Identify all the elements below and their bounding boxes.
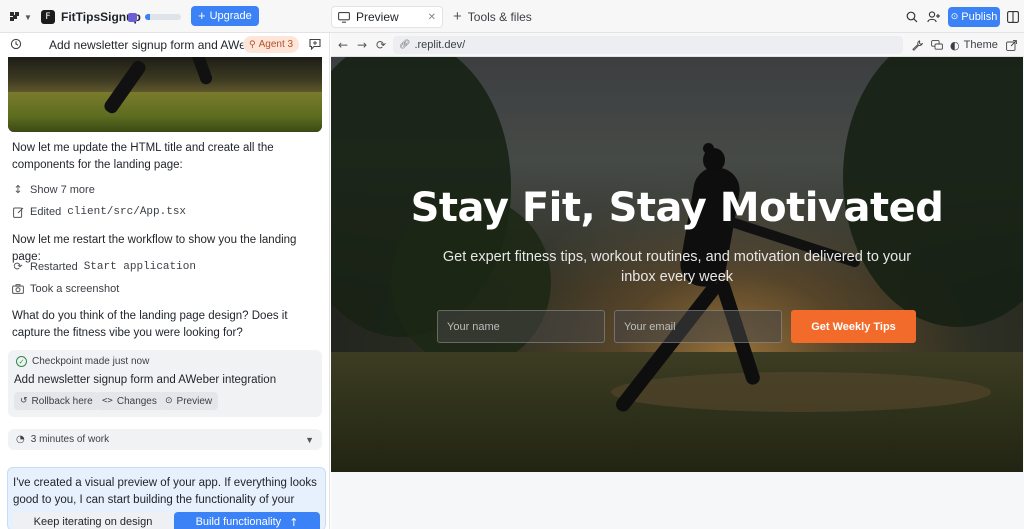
show-more-button[interactable]: ↕ Show 7 more [12, 183, 95, 196]
chevron-down-icon: ▼ [305, 434, 314, 445]
check-circle-icon: ✓ [16, 356, 27, 367]
tab-preview[interactable]: Preview ✕ [331, 6, 443, 28]
camera-icon [12, 284, 24, 294]
theme-button[interactable]: ◐ Theme [950, 37, 998, 53]
show-more-label: Show 7 more [30, 183, 95, 196]
replit-logo-icon [10, 12, 20, 22]
get-weekly-tips-button[interactable]: Get Weekly Tips [791, 310, 916, 343]
rollback-icon: ↺ [20, 396, 28, 406]
chat-header: Add newsletter signup form and AWeber ..… [0, 33, 329, 57]
hero-section: Stay Fit, Stay Motivated Get expert fitn… [331, 57, 1023, 472]
split-panel-icon [1007, 11, 1019, 23]
open-new-tab-button[interactable] [1006, 37, 1017, 53]
project-icon: F [41, 10, 55, 24]
restarted-prefix: Restarted [30, 260, 78, 273]
agent-version-badge[interactable]: ⚲ Agent 3 [243, 36, 300, 53]
url-text: .replit.dev/ [414, 39, 466, 51]
forward-icon[interactable]: → [357, 38, 367, 52]
upgrade-button[interactable]: + Upgrade [191, 6, 259, 26]
external-link-icon [1006, 39, 1017, 51]
agent-message: What do you think of the landing page de… [12, 310, 288, 339]
checkpoint-card: ✓ Checkpoint made just now Add newslette… [8, 350, 322, 417]
email-input[interactable] [614, 310, 782, 343]
changes-button[interactable]: <> Changes [96, 392, 163, 410]
wrench-icon [912, 39, 923, 51]
monitor-icon [338, 11, 350, 23]
chevron-down-icon: ▼ [24, 12, 32, 22]
upgrade-label: Upgrade [209, 10, 252, 22]
storage-bar-fill [145, 14, 151, 20]
close-tab-icon[interactable]: ✕ [428, 12, 436, 23]
chat-bubbles-icon [931, 39, 943, 50]
work-duration-label: 3 minutes of work [30, 434, 110, 445]
publish-button[interactable]: ⊙ Publish [948, 7, 1000, 27]
edited-file-action[interactable]: Edited client/src/App.tsx [12, 206, 186, 218]
link-icon: 🔗︎ [399, 40, 411, 50]
restarted-target: Start application [83, 260, 196, 273]
project-selector[interactable]: F FitTipsSignup [41, 9, 141, 25]
changes-label: Changes [116, 395, 157, 407]
theme-label: Theme [963, 39, 998, 51]
new-chat-icon[interactable] [309, 38, 321, 53]
speedometer-icon: ◔ [16, 434, 25, 445]
checkpoint-status: ✓ Checkpoint made just now [16, 356, 149, 367]
build-functionality-button[interactable]: Build functionality ↑ [174, 512, 320, 529]
hero-subtitle: Get expert fitness tips, workout routine… [442, 249, 912, 285]
edited-prefix: Edited [30, 206, 62, 218]
search-button[interactable] [903, 8, 921, 26]
preview-button[interactable]: ⊙ Preview [159, 392, 219, 410]
restart-icon: ⟳ [13, 260, 23, 273]
search-icon [906, 11, 918, 23]
plus-icon: + [453, 8, 462, 25]
palette-icon: ◐ [950, 38, 960, 52]
screenshot-thumbnail[interactable] [8, 57, 322, 132]
reload-icon[interactable]: ⟳ [376, 38, 386, 52]
restarted-workflow-action[interactable]: ⟳ Restarted Start application [12, 260, 196, 273]
back-icon[interactable]: ← [338, 38, 348, 52]
url-input[interactable]: 🔗︎ .replit.dev/ [393, 36, 903, 54]
work-duration-toggle[interactable]: ◔ 3 minutes of work ▼ [8, 429, 322, 450]
edit-icon [12, 207, 24, 218]
comments-button[interactable] [931, 37, 943, 53]
tools-files-label: Tools & files [467, 10, 532, 24]
code-icon: <> [102, 396, 113, 406]
expand-icon: ↕ [13, 183, 23, 196]
preview-url-bar: ← → ⟳ 🔗︎ .replit.dev/ ◐ Theme [331, 33, 1024, 57]
preview-label: Preview [176, 395, 213, 407]
publish-icon: ⊙ [950, 12, 959, 22]
plus-icon: + [198, 8, 206, 23]
preview-panel: ← → ⟳ 🔗︎ .replit.dev/ ◐ Theme Stay Fit, … [331, 33, 1024, 529]
devtools-button[interactable] [912, 37, 923, 53]
agent-message: Now let me update the HTML title and cre… [12, 142, 274, 171]
checkpoint-status-label: Checkpoint made just now [32, 356, 150, 367]
history-icon[interactable] [10, 38, 22, 53]
storage-icon [128, 12, 137, 22]
edited-file-path: client/src/App.tsx [67, 206, 187, 218]
checkpoint-title: Add newsletter signup form and AWeber in… [14, 374, 277, 386]
add-user-icon [927, 11, 940, 23]
rollback-button[interactable]: ↺ Rollback here [14, 392, 99, 410]
arrow-up-icon: ↑ [289, 515, 299, 529]
hero-title: Stay Fit, Stay Motivated [410, 185, 944, 231]
agent-icon: ⚲ [249, 39, 256, 50]
invite-button[interactable] [925, 8, 943, 26]
name-input[interactable] [437, 310, 605, 343]
storage-bar [145, 14, 181, 20]
publish-label: Publish [961, 11, 998, 23]
agent-badge-label: Agent 3 [258, 39, 294, 50]
agent-chat-panel: Add newsletter signup form and AWeber ..… [0, 33, 330, 529]
screenshot-action[interactable]: Took a screenshot [12, 283, 119, 295]
suggestion-card: I've created a visual preview of your ap… [7, 467, 326, 529]
storage-meter[interactable] [128, 12, 181, 22]
build-functionality-label: Build functionality [195, 516, 282, 528]
tools-files-tab[interactable]: + Tools & files [453, 9, 532, 25]
top-bar: ▼ F FitTipsSignup + Upgrade Preview ✕ + … [0, 0, 1024, 33]
tab-preview-label: Preview [356, 10, 399, 24]
screenshot-label: Took a screenshot [30, 283, 120, 295]
keep-iterating-button[interactable]: Keep iterating on design [13, 512, 173, 529]
toggle-layout-button[interactable] [1004, 8, 1022, 26]
preview-icon: ⊙ [165, 396, 173, 406]
replit-menu-button[interactable]: ▼ [10, 10, 32, 24]
rollback-label: Rollback here [31, 395, 93, 407]
